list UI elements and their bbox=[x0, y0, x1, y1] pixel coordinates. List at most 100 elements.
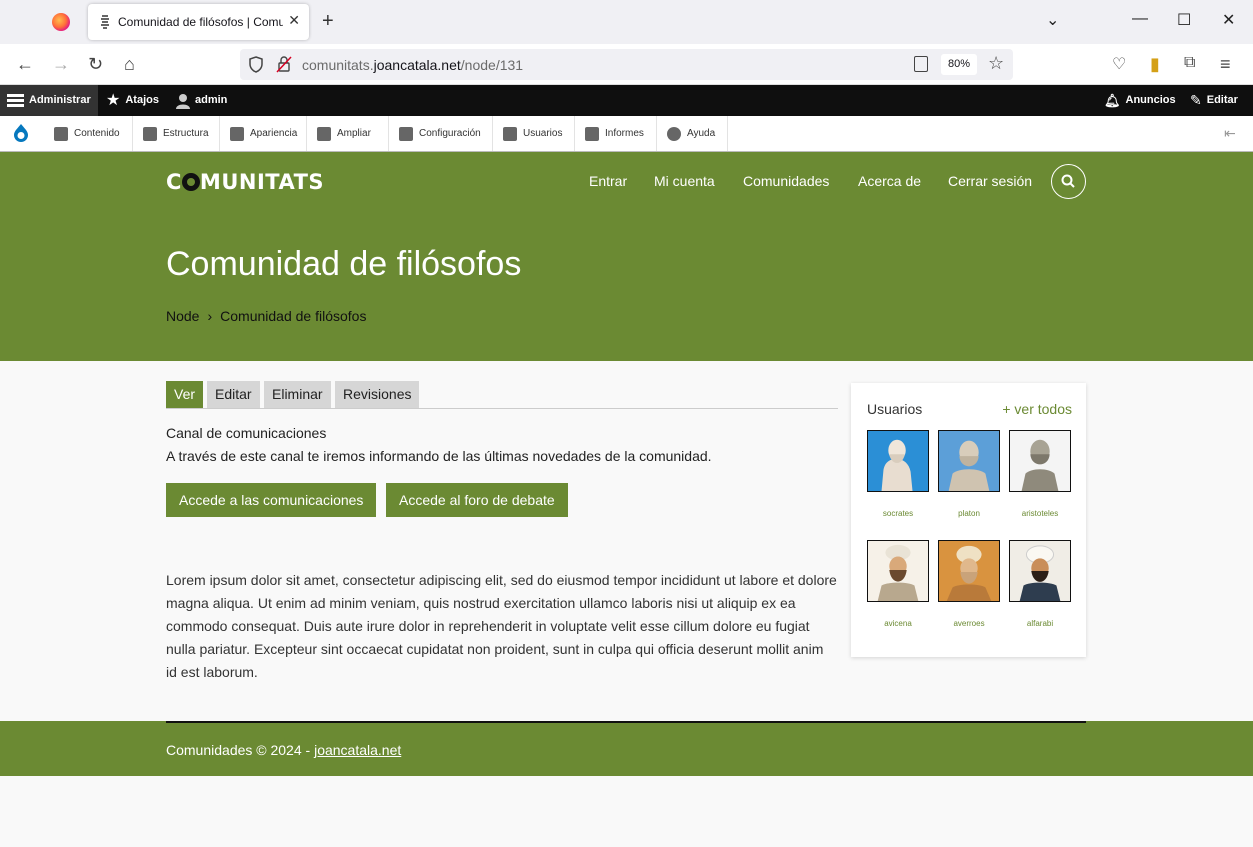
tray-item-informes[interactable]: Informes bbox=[575, 116, 657, 151]
site-favicon-icon bbox=[101, 15, 109, 29]
tray-item-usuarios[interactable]: Usuarios bbox=[493, 116, 575, 151]
avatar-aristoteles[interactable] bbox=[1009, 430, 1071, 492]
tray-item-configuracion[interactable]: Configuración bbox=[389, 116, 493, 151]
user-name-platon[interactable]: platon bbox=[938, 509, 1000, 518]
browser-tab-strip: Comunidad de filósofos | Comunitats ✕ + … bbox=[0, 0, 1253, 44]
tab-list-chevron-icon[interactable]: ⌄ bbox=[1046, 10, 1059, 30]
maximize-icon[interactable]: ☐ bbox=[1177, 10, 1191, 30]
url-text[interactable]: comunitats.joancatala.net/node/131 bbox=[302, 57, 523, 73]
hamburger-icon bbox=[7, 94, 24, 107]
breadcrumb-current: Comunidad de filósofos bbox=[220, 308, 367, 324]
menu-cerrar-sesion[interactable]: Cerrar sesión bbox=[948, 173, 1032, 189]
user-name-alfarabi[interactable]: alfarabi bbox=[1009, 619, 1071, 628]
site-footer: Comunidades © 2024 - joancatala.net bbox=[0, 721, 1253, 776]
menu-comunidades[interactable]: Comunidades bbox=[743, 173, 829, 189]
drupal-drop-icon[interactable] bbox=[11, 123, 31, 143]
extensions-puzzle-icon[interactable]: ⧉ bbox=[1184, 54, 1195, 72]
bar-chart-icon bbox=[585, 126, 599, 141]
people-icon bbox=[503, 126, 517, 141]
browser-navbar: ← → ↻ ⌂ comunitats.joancatala.net/node/1… bbox=[0, 44, 1253, 85]
paint-brush-icon bbox=[230, 126, 244, 141]
tray-item-ayuda[interactable]: Ayuda bbox=[657, 116, 728, 151]
avatar-platon[interactable] bbox=[938, 430, 1000, 492]
collapse-toolbar-icon[interactable]: ⇤ bbox=[1224, 125, 1236, 142]
footer-link[interactable]: joancatala.net bbox=[314, 742, 401, 758]
search-icon bbox=[1061, 174, 1075, 188]
avatar-avicena[interactable] bbox=[867, 540, 929, 602]
tab-editar[interactable]: Editar bbox=[207, 381, 260, 408]
forum-button[interactable]: Accede al foro de debate bbox=[386, 483, 568, 517]
platon-portrait-icon bbox=[939, 431, 999, 491]
pencil-icon: ✎ bbox=[1190, 92, 1202, 108]
structure-icon bbox=[143, 126, 157, 141]
pocket-icon[interactable]: ♡ bbox=[1112, 54, 1126, 74]
avatar-socrates[interactable] bbox=[867, 430, 929, 492]
menu-acerca-de[interactable]: Acerca de bbox=[858, 173, 921, 189]
tab-ver[interactable]: Ver bbox=[166, 381, 204, 408]
reader-view-icon[interactable] bbox=[914, 56, 928, 72]
user-name-avicena[interactable]: avicena bbox=[867, 619, 929, 628]
tray-item-apariencia[interactable]: Apariencia bbox=[220, 116, 307, 151]
bookmark-star-icon[interactable]: ☆ bbox=[988, 53, 1004, 74]
tab-title: Comunidad de filósofos | Comunitats bbox=[118, 15, 283, 29]
site-header: C MUNITATS Entrar Mi cuenta Comunidades A… bbox=[0, 152, 1253, 361]
averroes-portrait-icon bbox=[939, 541, 999, 601]
tab-eliminar[interactable]: Eliminar bbox=[264, 381, 331, 408]
back-icon[interactable]: ← bbox=[16, 54, 34, 75]
avicena-portrait-icon bbox=[868, 541, 928, 601]
url-bar[interactable]: comunitats.joancatala.net/node/131 80% ☆ bbox=[240, 49, 1013, 80]
breadcrumb-link-node[interactable]: Node bbox=[166, 308, 199, 324]
user-name-aristoteles[interactable]: aristoteles bbox=[1009, 509, 1071, 518]
insecure-lock-icon[interactable] bbox=[276, 56, 292, 73]
footer-copyright: Comunidades © 2024 - joancatala.net bbox=[166, 742, 402, 758]
extension-icon[interactable]: ▮ bbox=[1150, 54, 1160, 75]
forward-icon[interactable]: → bbox=[52, 54, 70, 75]
star-icon: ★ bbox=[106, 92, 121, 109]
app-menu-icon[interactable]: ≡ bbox=[1220, 54, 1231, 75]
body-text: Lorem ipsum dolor sit amet, consectetur … bbox=[166, 572, 837, 680]
toolbar-administrar[interactable]: Administrar bbox=[0, 85, 98, 116]
communications-button[interactable]: Accede a las comunicaciones bbox=[166, 483, 377, 517]
toolbar-user[interactable]: admin bbox=[176, 85, 227, 116]
browser-tab-active[interactable]: Comunidad de filósofos | Comunitats ✕ bbox=[88, 4, 309, 40]
help-icon bbox=[667, 126, 681, 141]
user-name-socrates[interactable]: socrates bbox=[867, 509, 929, 518]
see-all-users-link[interactable]: + ver todos bbox=[1002, 401, 1072, 417]
firefox-icon[interactable] bbox=[52, 13, 70, 31]
site-logo[interactable]: C MUNITATS bbox=[166, 170, 324, 194]
user-icon bbox=[176, 93, 190, 109]
page-title: Comunidad de filósofos bbox=[166, 245, 522, 283]
tray-item-estructura[interactable]: Estructura bbox=[133, 116, 220, 151]
admin-toolbar-tray: Contenido Estructura Apariencia Ampliar … bbox=[0, 116, 1253, 152]
avatar-averroes[interactable] bbox=[938, 540, 1000, 602]
minimize-icon[interactable]: — bbox=[1132, 10, 1148, 28]
puzzle-icon bbox=[317, 126, 331, 141]
toolbar-editar[interactable]: ✎ Editar bbox=[1190, 85, 1238, 116]
toolbar-atajos[interactable]: ★ Atajos bbox=[106, 85, 159, 116]
tab-revisiones[interactable]: Revisiones bbox=[335, 381, 420, 408]
admin-toolbar: Administrar ★ Atajos admin 🔔︎ Anuncios ✎… bbox=[0, 85, 1253, 116]
new-tab-icon[interactable]: + bbox=[322, 10, 334, 33]
window-close-icon[interactable]: ✕ bbox=[1222, 10, 1235, 30]
users-block: Usuarios + ver todos socrates platon ari… bbox=[851, 383, 1086, 657]
footer-divider bbox=[166, 721, 1086, 723]
menu-mi-cuenta[interactable]: Mi cuenta bbox=[654, 173, 715, 189]
zoom-level[interactable]: 80% bbox=[941, 54, 977, 75]
tab-close-icon[interactable]: ✕ bbox=[288, 12, 300, 29]
reload-icon[interactable]: ↻ bbox=[88, 54, 103, 75]
home-icon[interactable]: ⌂ bbox=[124, 54, 135, 75]
breadcrumb-chevron-icon: › bbox=[207, 308, 213, 324]
menu-entrar[interactable]: Entrar bbox=[589, 173, 627, 189]
tray-item-ampliar[interactable]: Ampliar bbox=[307, 116, 389, 151]
tracking-shield-icon[interactable] bbox=[248, 56, 264, 73]
breadcrumb: Node › Comunidad de filósofos bbox=[166, 308, 366, 324]
user-name-averroes[interactable]: averroes bbox=[938, 619, 1000, 628]
search-button[interactable] bbox=[1051, 164, 1086, 199]
toolbar-anuncios[interactable]: 🔔︎ Anuncios bbox=[1104, 85, 1176, 116]
socrates-portrait-icon bbox=[868, 431, 928, 491]
avatar-alfarabi[interactable] bbox=[1009, 540, 1071, 602]
content-heading: Canal de comunicaciones bbox=[166, 425, 327, 441]
tray-item-contenido[interactable]: Contenido bbox=[44, 116, 133, 151]
document-icon bbox=[54, 126, 68, 141]
logo-o-icon bbox=[181, 173, 200, 191]
